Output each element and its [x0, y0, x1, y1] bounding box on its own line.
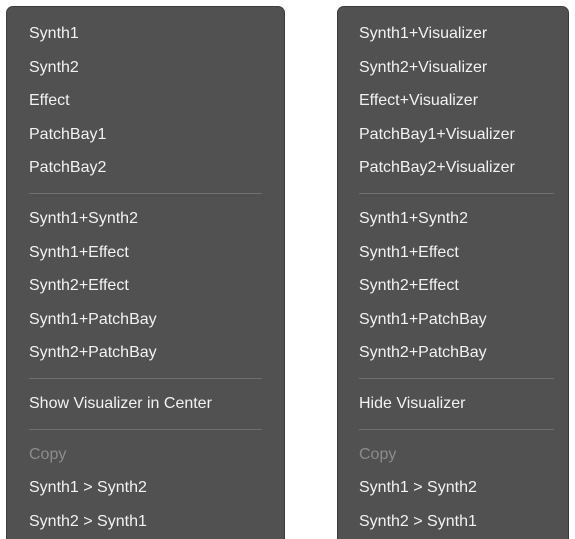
menu-separator [359, 377, 554, 379]
menu-item-synth2-patchbay[interactable]: Synth2+PatchBay [338, 336, 568, 370]
menu-item-synth1[interactable]: Synth1 [7, 17, 284, 51]
menu-item-patchbay1[interactable]: PatchBay1 [7, 118, 284, 152]
menu-item-copy-header: Copy [359, 445, 397, 463]
menu-item-synth1-effect[interactable]: Synth1+Effect [7, 236, 284, 270]
menu-item-hide-visualizer[interactable]: Hide Visualizer [338, 387, 568, 421]
menu-item-synth1-patchbay[interactable]: Synth1+PatchBay [338, 303, 568, 337]
menu-separator [359, 428, 554, 430]
menu-item-copy-synth2-to-synth1[interactable]: Synth2 > Synth1 [7, 505, 284, 539]
menu-separator [29, 192, 262, 194]
menu-item-copy-synth2-to-synth1[interactable]: Synth2 > Synth1 [338, 505, 568, 539]
menu-item-patchbay1-visualizer[interactable]: PatchBay1+Visualizer [338, 118, 568, 152]
menu-item-patchbay2-visualizer[interactable]: PatchBay2+Visualizer [338, 151, 568, 185]
menu-separator [29, 428, 262, 430]
menu-item-synth1-synth2[interactable]: Synth1+Synth2 [7, 202, 284, 236]
menu-item-synth1-patchbay[interactable]: Synth1+PatchBay [7, 303, 284, 337]
menu-separator [359, 192, 554, 194]
menu-item-effect-visualizer[interactable]: Effect+Visualizer [338, 84, 568, 118]
menu-item-synth1-effect[interactable]: Synth1+Effect [338, 236, 568, 270]
menu-item-show-visualizer[interactable]: Show Visualizer in Center [7, 387, 284, 421]
menu-item-synth2-effect[interactable]: Synth2+Effect [7, 269, 284, 303]
menu-item-synth1-synth2[interactable]: Synth1+Synth2 [338, 202, 568, 236]
menu-item-synth1-visualizer[interactable]: Synth1+Visualizer [338, 17, 568, 51]
menu-item-synth2-visualizer[interactable]: Synth2+Visualizer [338, 51, 568, 85]
menu-item-synth2[interactable]: Synth2 [7, 51, 284, 85]
menu-item-copy-header: Copy [29, 445, 67, 463]
menu-item-copy-synth1-to-synth2[interactable]: Synth1 > Synth2 [7, 471, 284, 505]
context-menu-right: Synth1+Visualizer Synth2+Visualizer Effe… [337, 6, 569, 539]
context-menu-left: Synth1 Synth2 Effect PatchBay1 PatchBay2… [6, 6, 285, 539]
menu-item-copy-synth1-to-synth2[interactable]: Synth1 > Synth2 [338, 471, 568, 505]
menu-item-synth2-patchbay[interactable]: Synth2+PatchBay [7, 336, 284, 370]
menu-item-patchbay2[interactable]: PatchBay2 [7, 151, 284, 185]
menu-item-effect[interactable]: Effect [7, 84, 284, 118]
menu-separator [29, 377, 262, 379]
menu-item-synth2-effect[interactable]: Synth2+Effect [338, 269, 568, 303]
